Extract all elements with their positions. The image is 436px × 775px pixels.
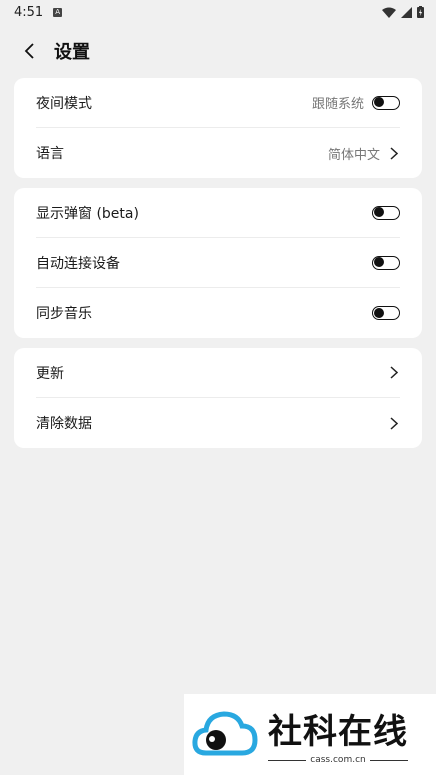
toggle-knob bbox=[374, 207, 384, 217]
notification-icon: A bbox=[53, 7, 63, 17]
status-time: 4:51 bbox=[14, 4, 44, 20]
setting-clear-data[interactable]: 清除数据 bbox=[36, 398, 400, 448]
setting-label: 显示弹窗 (beta) bbox=[36, 205, 139, 222]
chevron-right-icon bbox=[388, 366, 400, 380]
toggle-knob bbox=[374, 257, 384, 267]
cloud-logo-icon bbox=[192, 710, 258, 755]
setting-label: 语言 bbox=[36, 146, 64, 162]
setting-label: 同步音乐 bbox=[36, 306, 92, 322]
settings-group-data: 更新 清除数据 bbox=[14, 348, 422, 448]
watermark-domain: cass.com.cn bbox=[310, 755, 366, 765]
setting-label: 清除数据 bbox=[36, 416, 92, 432]
watermark-domain-row: cass.com.cn bbox=[268, 755, 408, 765]
chevron-right-icon bbox=[388, 416, 400, 430]
chevron-right-icon bbox=[388, 146, 400, 160]
setting-auto-connect[interactable]: 自动连接设备 bbox=[36, 238, 400, 288]
battery-icon bbox=[417, 6, 424, 18]
status-bar: 4:51 A bbox=[0, 0, 436, 24]
back-button[interactable] bbox=[18, 39, 42, 63]
setting-label: 更新 bbox=[36, 365, 64, 382]
setting-night-mode[interactable]: 夜间模式 跟随系统 bbox=[36, 78, 400, 128]
setting-sync-music[interactable]: 同步音乐 bbox=[36, 288, 400, 338]
show-popup-toggle[interactable] bbox=[372, 205, 400, 220]
toggle-knob bbox=[374, 97, 384, 107]
setting-label: 夜间模式 bbox=[36, 95, 92, 112]
page-title: 设置 bbox=[54, 42, 90, 63]
sync-music-toggle[interactable] bbox=[372, 306, 400, 320]
watermark: 社科在线 cass.com.cn bbox=[184, 694, 436, 775]
wifi-icon bbox=[382, 7, 396, 18]
night-mode-toggle[interactable] bbox=[372, 95, 400, 110]
setting-label: 自动连接设备 bbox=[36, 255, 120, 272]
back-arrow-icon bbox=[24, 43, 34, 59]
signal-icon bbox=[401, 6, 412, 18]
toggle-knob bbox=[374, 307, 384, 318]
auto-connect-toggle[interactable] bbox=[372, 255, 400, 270]
status-icons bbox=[382, 6, 424, 18]
setting-language[interactable]: 语言 简体中文 bbox=[36, 128, 400, 178]
app-bar: 设置 bbox=[0, 24, 436, 78]
setting-update[interactable]: 更新 bbox=[36, 348, 400, 398]
settings-group-display: 夜间模式 跟随系统 语言 简体中文 bbox=[14, 78, 422, 178]
settings-group-device: 显示弹窗 (beta) 自动连接设备 同步音乐 bbox=[14, 188, 422, 338]
setting-show-popup[interactable]: 显示弹窗 (beta) bbox=[36, 188, 400, 238]
setting-value: 简体中文 bbox=[327, 147, 380, 163]
watermark-brand: 社科在线 bbox=[268, 712, 408, 752]
setting-value: 跟随系统 bbox=[311, 97, 364, 112]
